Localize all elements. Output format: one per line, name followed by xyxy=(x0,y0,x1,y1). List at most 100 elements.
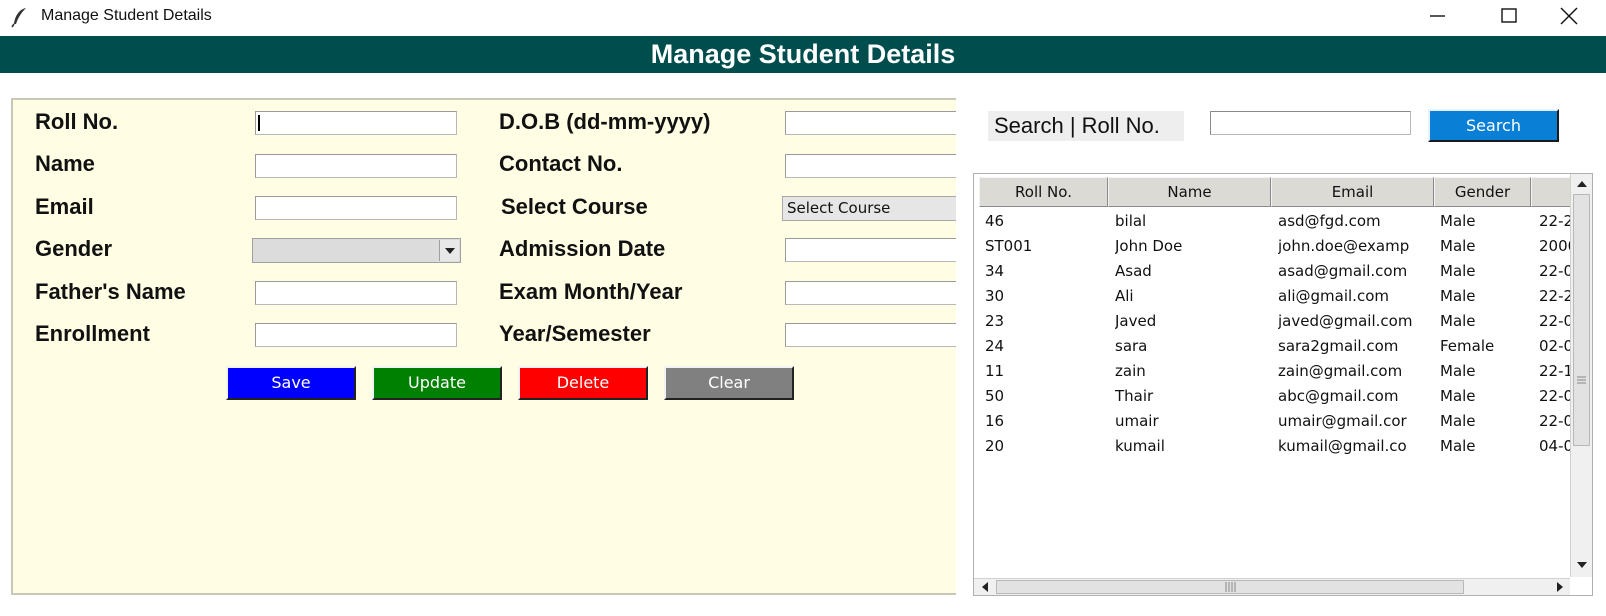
scroll-right-arrow-icon[interactable] xyxy=(1551,579,1569,595)
table-row[interactable]: 50 Thair abc@gmail.com Male 22-0 xyxy=(977,384,1572,409)
roll-no-label: Roll No. xyxy=(35,109,119,134)
cell-gender: Male xyxy=(1440,387,1476,405)
column-header-email[interactable]: Email xyxy=(1271,177,1434,207)
roll-no-input[interactable] xyxy=(255,111,457,135)
column-header-roll-no[interactable]: Roll No. xyxy=(979,177,1108,207)
search-input[interactable] xyxy=(1210,111,1411,135)
course-select[interactable]: Select Course xyxy=(782,196,956,221)
cell-email: umair@gmail.cor xyxy=(1278,412,1407,430)
cell-name: bilal xyxy=(1115,212,1147,230)
scroll-up-arrow-icon[interactable] xyxy=(1572,175,1592,193)
column-header-dob[interactable] xyxy=(1531,177,1574,207)
cell-email: abc@gmail.com xyxy=(1278,387,1399,405)
cell-roll-no: 16 xyxy=(985,412,1005,430)
maximize-button[interactable] xyxy=(1487,0,1533,34)
search-label: Search | Roll No. xyxy=(988,111,1184,141)
cell-dob: 22-0 xyxy=(1539,387,1572,405)
year-semester-input[interactable] xyxy=(785,323,956,347)
cell-gender: Male xyxy=(1440,237,1476,255)
clear-button[interactable]: Clear xyxy=(664,366,794,400)
cell-dob: 22-2 xyxy=(1539,287,1572,305)
close-button[interactable] xyxy=(1553,0,1599,34)
name-label: Name xyxy=(35,151,95,176)
cell-gender: Male xyxy=(1440,212,1476,230)
scroll-down-arrow-icon[interactable] xyxy=(1572,556,1592,574)
email-input[interactable] xyxy=(255,196,457,220)
cell-dob: 22-1 xyxy=(1539,362,1572,380)
grip-icon xyxy=(1225,582,1236,592)
admission-date-label: Admission Date xyxy=(499,236,666,261)
save-button[interactable]: Save xyxy=(226,366,356,400)
table-horizontal-scrollbar[interactable] xyxy=(974,578,1570,595)
cell-name: Asad xyxy=(1115,262,1152,280)
table-row[interactable]: 16 umair umair@gmail.cor Male 22-0 xyxy=(977,409,1572,434)
cell-roll-no: 34 xyxy=(985,262,1005,280)
column-header-name[interactable]: Name xyxy=(1108,177,1271,207)
dob-label: D.O.B (dd-mm-yyyy) xyxy=(499,109,711,134)
student-form-panel: Roll No. Name Email Gender Father's Name… xyxy=(11,98,956,595)
cell-roll-no: 24 xyxy=(985,337,1005,355)
table-row[interactable]: 46 bilal asd@fgd.com Male 22-2 xyxy=(977,209,1572,234)
close-icon xyxy=(1560,7,1578,25)
vertical-scroll-thumb[interactable] xyxy=(1573,194,1590,446)
chevron-down-icon[interactable] xyxy=(439,240,459,261)
table-row[interactable]: 34 Asad asad@gmail.com Male 22-0 xyxy=(977,259,1572,284)
cell-roll-no: 30 xyxy=(985,287,1005,305)
email-label: Email xyxy=(35,194,94,219)
cell-email: ali@gmail.com xyxy=(1278,287,1389,305)
cell-email: sara2gmail.com xyxy=(1278,337,1399,355)
cell-email: javed@gmail.com xyxy=(1278,312,1413,330)
delete-button[interactable]: Delete xyxy=(518,366,648,400)
window-titlebar: Manage Student Details xyxy=(0,0,1606,34)
dob-input[interactable] xyxy=(785,111,956,135)
table-row[interactable]: 23 Javed javed@gmail.com Male 22-0 xyxy=(977,309,1572,334)
scroll-left-arrow-icon[interactable] xyxy=(976,579,994,595)
update-button[interactable]: Update xyxy=(372,366,502,400)
cell-gender: Male xyxy=(1440,287,1476,305)
cell-roll-no: 23 xyxy=(985,312,1005,330)
table-body: 46 bilal asd@fgd.com Male 22-2 ST001 Joh… xyxy=(977,207,1572,571)
contact-no-input[interactable] xyxy=(785,154,956,178)
exam-month-year-input[interactable] xyxy=(785,281,956,305)
gender-select[interactable] xyxy=(252,238,461,263)
cell-email: kumail@gmail.co xyxy=(1278,437,1407,455)
table-row[interactable]: 11 zain zain@gmail.com Male 22-1 xyxy=(977,359,1572,384)
fathers-name-input[interactable] xyxy=(255,281,457,305)
minimize-button[interactable] xyxy=(1416,0,1462,34)
search-button[interactable]: Search xyxy=(1428,109,1559,142)
cell-roll-no: 20 xyxy=(985,437,1005,455)
year-semester-label: Year/Semester xyxy=(499,321,651,346)
student-table: Roll No. Name Email Gender 46 bilal asd@… xyxy=(973,173,1593,596)
table-row[interactable]: 20 kumail kumail@gmail.co Male 04-0 xyxy=(977,434,1572,459)
table-row[interactable]: 24 sara sara2gmail.com Female 02-0 xyxy=(977,334,1572,359)
table-row[interactable]: ST001 John Doe john.doe@examp Male 2000 xyxy=(977,234,1572,259)
cell-roll-no: 50 xyxy=(985,387,1005,405)
cell-email: asd@fgd.com xyxy=(1278,212,1381,230)
column-header-gender[interactable]: Gender xyxy=(1434,177,1531,207)
cell-dob: 04-0 xyxy=(1539,437,1572,455)
cell-dob: 22-0 xyxy=(1539,312,1572,330)
admission-date-input[interactable] xyxy=(785,238,956,262)
enrollment-input[interactable] xyxy=(255,323,457,347)
cell-name: Thair xyxy=(1115,387,1154,405)
horizontal-scroll-thumb[interactable] xyxy=(996,580,1464,594)
cell-email: john.doe@examp xyxy=(1278,237,1410,255)
cell-gender: Male xyxy=(1440,437,1476,455)
cell-email: zain@gmail.com xyxy=(1278,362,1403,380)
table-row[interactable]: 30 Ali ali@gmail.com Male 22-2 xyxy=(977,284,1572,309)
table-vertical-scrollbar[interactable] xyxy=(1570,174,1592,577)
cell-gender: Male xyxy=(1440,262,1476,280)
cell-name: John Doe xyxy=(1115,237,1183,255)
cell-dob: 02-0 xyxy=(1539,337,1572,355)
window-title: Manage Student Details xyxy=(41,7,212,24)
cell-name: Ali xyxy=(1115,287,1134,305)
cell-gender: Male xyxy=(1440,412,1476,430)
cell-roll-no: 46 xyxy=(985,212,1005,230)
cell-dob: 22-0 xyxy=(1539,262,1572,280)
fathers-name-label: Father's Name xyxy=(35,279,186,304)
cell-name: sara xyxy=(1115,337,1148,355)
cell-name: Javed xyxy=(1115,312,1157,330)
cell-roll-no: 11 xyxy=(985,362,1005,380)
name-input[interactable] xyxy=(255,154,457,178)
cell-name: zain xyxy=(1115,362,1146,380)
